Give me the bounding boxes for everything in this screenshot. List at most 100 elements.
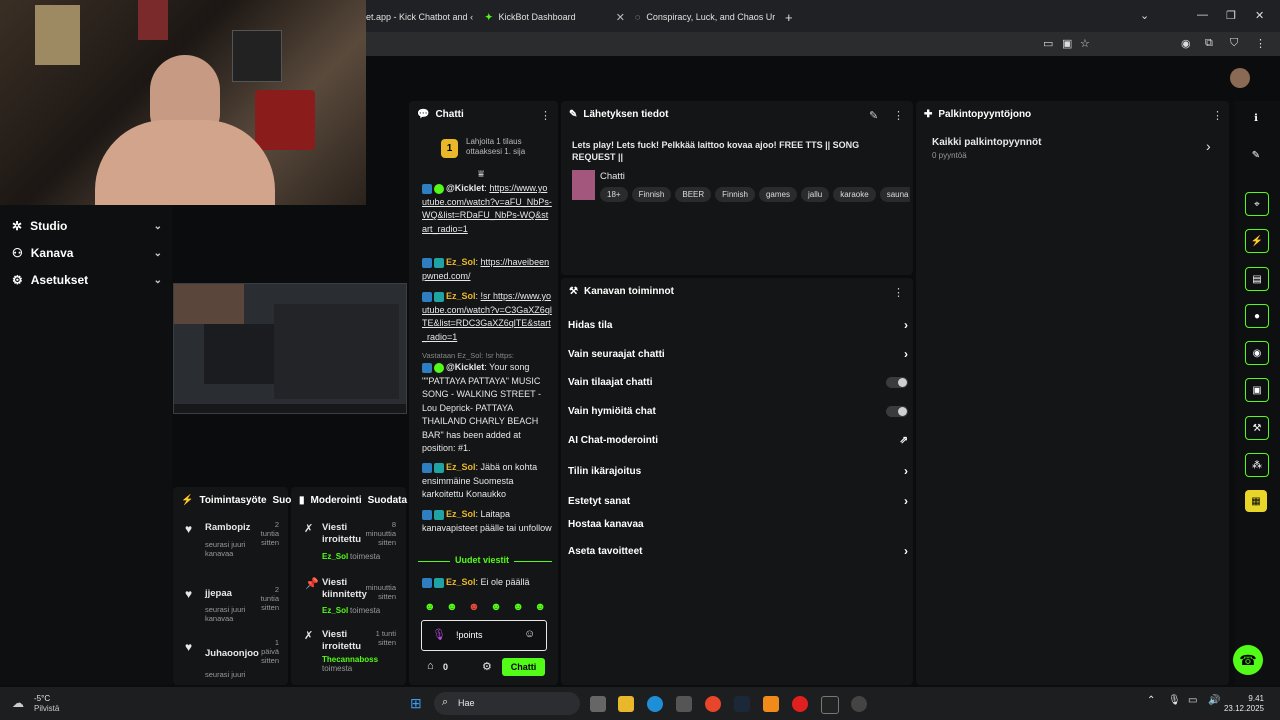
browser-tab-active[interactable]: ✦ KickBot Dashboard ✕ [485,4,625,30]
taskbar-search[interactable]: ⌕ Hae [434,692,580,715]
tag-chip[interactable]: Finnish [715,187,755,202]
opera-icon[interactable] [792,696,808,712]
shield-icon[interactable]: ⛉ [1230,37,1238,50]
screenshot-icon[interactable]: ▣ [1062,37,1072,50]
chat-username[interactable]: Ez_Sol [446,257,476,267]
action-slow-mode[interactable]: Hidas tila › [568,318,908,332]
chat-settings-icon[interactable]: ⚙ [482,660,492,673]
tag-chip[interactable]: sauna [879,187,910,202]
edge-icon[interactable] [647,696,663,712]
stream-preview-thumbnail[interactable] [173,283,407,414]
emote-icon[interactable]: ☻ [534,601,546,615]
moderator-name[interactable]: Ez_Sol [322,552,348,561]
rewards-icon[interactable]: ⁂ [1245,453,1269,477]
moderation-icon[interactable]: ▣ [1245,378,1269,402]
action-followers-only[interactable]: Vain seuraajat chatti › [568,347,908,361]
emotes-only-toggle[interactable] [886,406,908,417]
category-name[interactable]: Chatti [600,171,625,182]
tray-chevron-icon[interactable]: ⌃ [1147,695,1155,706]
emote-icon[interactable]: ☻ [512,601,524,615]
tag-chip[interactable]: Finnish [631,187,672,202]
windows-start-icon[interactable]: ⊞ [410,695,422,712]
network-icon[interactable]: ▭ [1188,695,1197,706]
info-icon[interactable]: ℹ [1245,107,1267,129]
tag-chip[interactable]: BEER [675,187,712,202]
edit-icon[interactable]: ✎ [869,109,878,122]
broadcast-icon[interactable]: ◉ [1245,341,1269,365]
emoji-picker-icon[interactable]: ☺ [524,628,535,640]
microphone-icon[interactable]: 🎙 [1168,695,1181,706]
lightning-icon[interactable]: ⚡ [1245,229,1269,253]
kebab-menu-icon[interactable]: ⋮ [1212,109,1223,122]
chat-username[interactable]: Ez_Sol [446,509,476,519]
action-ai-moderation[interactable]: AI Chat-moderointi ⇗ [568,435,908,446]
kebab-menu-icon[interactable]: ⋮ [540,109,551,122]
store-app-icon[interactable] [676,696,692,712]
action-host-channel[interactable]: Hostaa kanavaa [568,519,908,530]
tag-chip[interactable]: jallu [800,187,830,202]
nav-item-kanava[interactable]: ⚇ Kanava ⌄ [12,246,162,260]
chat-input[interactable]: !points [456,630,483,640]
emote-icon[interactable]: ☻ [468,601,480,615]
chat-input-box[interactable]: 🎙 !points ☺ [421,620,547,651]
action-age-restriction[interactable]: Tilin ikärajoitus › [568,464,908,478]
filter-label[interactable]: Suodata [368,495,407,506]
obs-icon[interactable] [851,696,867,712]
moderator-name[interactable]: Thecannaboss [322,655,378,664]
moderator-name[interactable]: Ez_Sol [322,606,348,615]
subscribers-only-toggle[interactable] [886,377,908,388]
extensions-icon[interactable]: ⧉ [1205,37,1213,50]
nav-item-studio[interactable]: ✲ Studio ⌄ [12,219,162,233]
chat-username[interactable]: @Kicklet [446,183,484,193]
all-rewards-row[interactable]: Kaikki palkintopyynnöt 0 pyyntöä › [932,136,1218,164]
file-explorer-icon[interactable] [618,696,634,712]
chat-username[interactable]: @Kicklet [446,362,484,372]
send-chat-button[interactable]: Chatti [502,658,545,676]
steam-icon[interactable] [734,696,750,712]
clapper-icon[interactable]: ▦ [1245,490,1267,512]
tag-chip[interactable]: games [758,187,797,202]
document-icon[interactable]: ▤ [1245,267,1269,291]
cast-icon[interactable]: ▭ [1043,37,1053,50]
emote-icon[interactable]: ☻ [446,601,458,615]
chevron-right-icon: › [904,347,908,361]
chat-username[interactable]: Ez_Sol [446,291,476,301]
bookmark-star-icon[interactable]: ☆ [1080,37,1090,50]
pencil-icon[interactable]: ✎ [1245,144,1267,166]
tag-chip[interactable]: karaoke [833,187,876,202]
action-blocked-words[interactable]: Estetyt sanat › [568,494,908,508]
kebab-menu-icon[interactable]: ⋮ [893,286,904,299]
minimize-icon[interactable]: — [1197,9,1208,21]
support-chat-icon[interactable]: ☎ [1233,645,1263,675]
microphone-icon[interactable]: 🎙 [432,628,446,641]
tag-chip[interactable]: 18+ [600,187,628,202]
focus-icon[interactable]: ⌖ [1245,192,1269,216]
brave-icon[interactable] [705,696,721,712]
browser-tab[interactable]: ◌ Conspiracy, Luck, and Chaos Ur ✕ [635,4,775,30]
terminal-icon[interactable] [821,696,839,714]
profile-icon[interactable]: ◉ [1181,37,1191,50]
chat-username[interactable]: Ez_Sol [446,462,476,472]
emote-icon[interactable]: ☻ [490,601,502,615]
emote-icon[interactable]: ☻ [424,601,436,615]
mod-badge-icon [422,577,432,588]
chat-username[interactable]: Ez_Sol [446,577,476,587]
action-set-goals[interactable]: Aseta tavoitteet › [568,544,908,558]
task-view-icon[interactable] [590,696,606,712]
avatar[interactable] [1230,68,1250,88]
chat-bubble-icon[interactable]: ● [1245,304,1269,328]
browser-tab[interactable]: et.app - Kick Chatbot and ‹ [366,4,476,30]
chevron-right-icon: › [1206,138,1211,154]
menu-icon[interactable]: ⋮ [1255,37,1266,50]
kebab-menu-icon[interactable]: ⋮ [893,109,904,122]
nav-item-asetukset[interactable]: ⚙ Asetukset ⌄ [12,273,162,287]
new-tab-button[interactable]: + [785,4,799,30]
tab-list-icon[interactable]: ⌄ [1140,9,1149,22]
collapse-icon[interactable]: ⩸ [478,169,484,180]
store-icon[interactable]: ⌂ [427,660,434,672]
maximize-icon[interactable]: ❐ [1226,9,1236,22]
vlc-icon[interactable] [763,696,779,712]
close-tab-icon[interactable]: ✕ [616,11,625,24]
close-window-icon[interactable]: ✕ [1255,9,1264,22]
wrench-icon[interactable]: ⚒ [1245,416,1269,440]
